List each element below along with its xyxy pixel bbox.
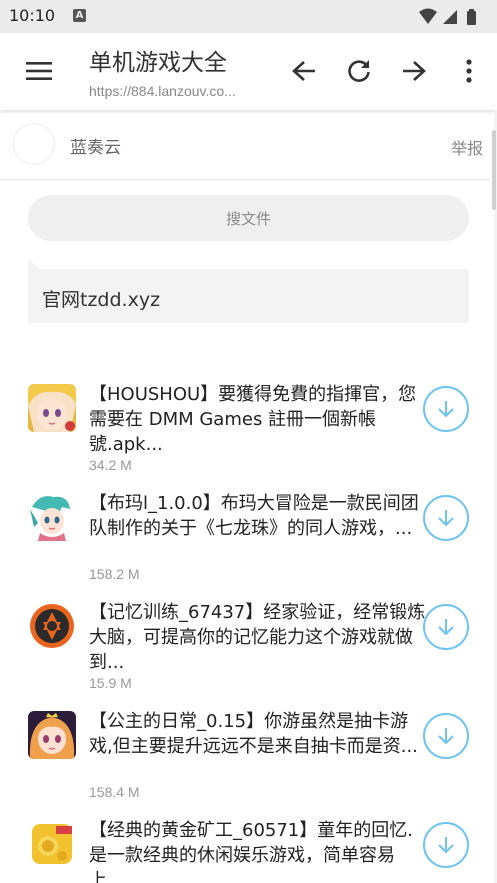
download-arrow-icon — [438, 837, 454, 854]
forward-arrow-icon — [403, 61, 426, 81]
refresh-icon — [348, 60, 370, 82]
page-title: 单机游戏大全 — [89, 50, 227, 76]
refresh-button[interactable] — [339, 51, 379, 91]
list-item[interactable]: 【HOUSHOU】要獲得免費的指揮官，您需要在 DMM Games 註冊一個新帳… — [0, 380, 490, 489]
app-toolbar: 单机游戏大全 https://884.lanzouv.co... — [0, 33, 497, 110]
notice-notch — [28, 259, 40, 269]
file-title: 【HOUSHOU】要獲得免費的指揮官，您需要在 DMM Games 註冊一個新帳… — [89, 384, 417, 455]
download-arrow-icon — [438, 728, 454, 745]
more-options-button[interactable] — [449, 51, 489, 91]
battery-icon — [467, 9, 476, 25]
file-size: 158.4 M — [89, 784, 140, 800]
download-button[interactable] — [423, 822, 469, 868]
uploader-header: 蓝奏云 举报 — [0, 110, 490, 180]
avatar[interactable] — [13, 123, 55, 165]
page-url: https://884.lanzouv.co... — [89, 83, 236, 99]
file-size: 34.2 M — [89, 457, 132, 473]
file-list: 【HOUSHOU】要獲得免費的指揮官，您需要在 DMM Games 註冊一個新帳… — [0, 380, 490, 883]
download-button[interactable] — [423, 713, 469, 759]
file-title: 【布玛l_1.0.0】布玛大冒险是一款民间团队制作的关于《七龙珠》的同人游戏，.… — [89, 493, 419, 539]
download-button[interactable] — [423, 604, 469, 650]
status-time: 10:10 — [9, 6, 56, 25]
menu-button[interactable] — [19, 51, 59, 91]
file-title: 【公主的日常_0.15】你游虽然是抽卡游戏,但主要提升远远不是来自抽卡而是资..… — [89, 711, 418, 757]
list-item[interactable]: 【经典的黄金矿工_60571】童年的回忆.是一款经典的休闲娱乐游戏，简单容易上.… — [0, 816, 490, 883]
notice-box: 官网tzdd.xyz — [28, 259, 469, 323]
more-vert-icon — [466, 59, 472, 83]
notice-text: 官网tzdd.xyz — [42, 289, 161, 311]
princess-anime-icon — [28, 711, 76, 759]
file-title: 【记忆训练_67437】经家验证，经常锻炼大脑，可提高你的记忆能力这个游戏就做到… — [89, 602, 426, 673]
anime-girl-bulma-icon — [28, 493, 76, 541]
notification-icon: A — [73, 9, 86, 22]
download-button[interactable] — [423, 386, 469, 432]
anime-girl-blonde-icon — [28, 384, 76, 432]
scrollbar-thumb[interactable] — [492, 130, 496, 210]
uploader-name: 蓝奏云 — [70, 138, 121, 158]
back-button[interactable] — [284, 51, 324, 91]
report-link[interactable]: 举报 — [451, 135, 483, 159]
list-item[interactable]: 【公主的日常_0.15】你游虽然是抽卡游戏,但主要提升远远不是来自抽卡而是资..… — [0, 707, 490, 816]
gold-miner-icon — [28, 820, 76, 868]
status-bar: 10:10 A — [0, 0, 497, 33]
download-arrow-icon — [438, 401, 454, 418]
file-size: 15.9 M — [89, 675, 132, 691]
file-title: 【经典的黄金矿工_60571】童年的回忆.是一款经典的休闲娱乐游戏，简单容易上.… — [89, 820, 413, 883]
signal-icon — [443, 10, 457, 24]
search-placeholder: 搜文件 — [225, 209, 271, 228]
download-arrow-icon — [438, 510, 454, 527]
list-item[interactable]: 【记忆训练_67437】经家验证，经常锻炼大脑，可提高你的记忆能力这个游戏就做到… — [0, 598, 490, 707]
menu-icon — [26, 62, 52, 80]
file-size: 158.2 M — [89, 566, 140, 582]
forward-button[interactable] — [394, 51, 434, 91]
memory-game-icon — [28, 602, 76, 650]
wifi-icon — [419, 8, 437, 24]
status-icons — [417, 8, 487, 25]
download-button[interactable] — [423, 495, 469, 541]
back-arrow-icon — [292, 61, 315, 81]
search-input[interactable]: 搜文件 — [28, 195, 469, 241]
list-item[interactable]: 【布玛l_1.0.0】布玛大冒险是一款民间团队制作的关于《七龙珠》的同人游戏，.… — [0, 489, 490, 598]
download-arrow-icon — [438, 619, 454, 636]
